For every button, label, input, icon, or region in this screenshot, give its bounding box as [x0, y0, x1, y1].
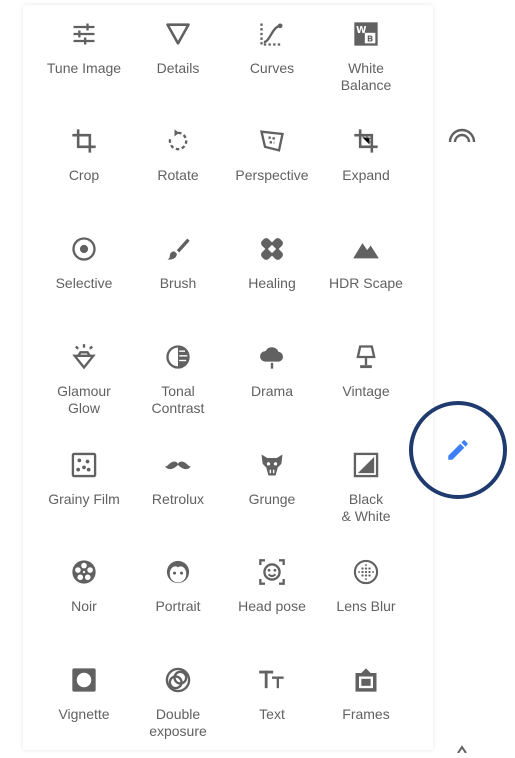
- brush-icon: [164, 235, 192, 263]
- tool-black-white[interactable]: Black & White: [319, 441, 413, 541]
- healing-bandage-icon: [258, 235, 286, 263]
- tool-label: Rotate: [157, 167, 199, 183]
- tool-text[interactable]: Text: [225, 656, 319, 756]
- film-reel-icon: [70, 558, 98, 586]
- tool-label: Portrait: [155, 598, 201, 614]
- edit-fab-highlight[interactable]: [409, 401, 507, 499]
- tool-label: Perspective: [235, 167, 309, 183]
- tool-label: Grunge: [248, 491, 296, 507]
- tools-panel: Tune Image Details Curves W B White Balanc…: [23, 5, 433, 750]
- selective-icon: [70, 235, 98, 263]
- tool-label: Tonal Contrast: [151, 383, 205, 416]
- arch-icon[interactable]: [447, 122, 477, 146]
- tool-vignette[interactable]: Vignette: [37, 656, 131, 756]
- tool-tonal-contrast[interactable]: Tonal Contrast: [131, 333, 225, 433]
- tool-label: Healing: [248, 275, 296, 291]
- tool-healing[interactable]: Healing: [225, 225, 319, 325]
- tool-label: Details: [156, 60, 200, 76]
- text-icon: [258, 666, 286, 694]
- tool-crop[interactable]: Crop: [37, 117, 131, 217]
- tonal-contrast-icon: [164, 343, 192, 371]
- tool-drama[interactable]: Drama: [225, 333, 319, 433]
- tool-label: Grainy Film: [48, 491, 120, 507]
- cloud-icon: [258, 343, 286, 371]
- crop-icon: [70, 127, 98, 155]
- tool-label: Expand: [342, 167, 390, 183]
- tool-label: Tune Image: [46, 60, 122, 76]
- tool-expand[interactable]: Expand: [319, 117, 413, 217]
- tool-label: Curves: [249, 60, 295, 76]
- lens-blur-icon: [352, 558, 380, 586]
- tool-label: Vignette: [58, 706, 110, 722]
- double-exposure-icon: [164, 666, 192, 694]
- partial-icon: [456, 740, 468, 754]
- pencil-icon: [445, 437, 471, 463]
- tool-noir[interactable]: Noir: [37, 548, 131, 648]
- grunge-icon: [258, 451, 286, 479]
- rotate-icon: [164, 127, 192, 155]
- curves-icon: [258, 20, 286, 48]
- tool-lens-blur[interactable]: Lens Blur: [319, 548, 413, 648]
- tool-label: Retrolux: [151, 491, 205, 507]
- grain-icon: [70, 451, 98, 479]
- tool-label: Black & White: [341, 491, 391, 524]
- perspective-icon: [258, 127, 286, 155]
- tool-label: Selective: [55, 275, 113, 291]
- tool-label: Double exposure: [149, 706, 207, 739]
- tool-label: White Balance: [340, 60, 392, 93]
- tool-label: Drama: [250, 383, 293, 399]
- tool-glamour-glow[interactable]: Glamour Glow: [37, 333, 131, 433]
- face-icon: [164, 558, 192, 586]
- expand-icon: [352, 127, 380, 155]
- details-triangle-icon: [164, 20, 192, 48]
- black-white-icon: [352, 451, 380, 479]
- tool-label: Text: [259, 706, 285, 722]
- head-pose-icon: [258, 558, 286, 586]
- mustache-icon: [164, 451, 192, 479]
- tool-white-balance[interactable]: W B White Balance: [319, 10, 413, 110]
- tool-curves[interactable]: Curves: [225, 10, 319, 110]
- tool-label: Lens Blur: [336, 598, 396, 614]
- tool-brush[interactable]: Brush: [131, 225, 225, 325]
- tool-label: HDR Scape: [329, 275, 403, 291]
- tool-grainy-film[interactable]: Grainy Film: [37, 441, 131, 541]
- lamp-icon: [352, 343, 380, 371]
- tool-tune-image[interactable]: Tune Image: [37, 10, 131, 110]
- tune-icon: [70, 20, 98, 48]
- svg-text:B: B: [367, 34, 373, 44]
- tool-double-exposure[interactable]: Double exposure: [131, 656, 225, 756]
- tool-hdr-scape[interactable]: HDR Scape: [319, 225, 413, 325]
- tool-rotate[interactable]: Rotate: [131, 117, 225, 217]
- tool-selective[interactable]: Selective: [37, 225, 131, 325]
- tool-label: Glamour Glow: [57, 383, 111, 416]
- vignette-icon: [70, 666, 98, 694]
- diamond-icon: [70, 343, 98, 371]
- tool-retrolux[interactable]: Retrolux: [131, 441, 225, 541]
- tool-label: Frames: [342, 706, 390, 722]
- tool-details[interactable]: Details: [131, 10, 225, 110]
- tool-portrait[interactable]: Portrait: [131, 548, 225, 648]
- tool-perspective[interactable]: Perspective: [225, 117, 319, 217]
- frames-icon: [352, 666, 380, 694]
- tool-grunge[interactable]: Grunge: [225, 441, 319, 541]
- mountains-icon: [352, 235, 380, 263]
- tool-label: Vintage: [342, 383, 390, 399]
- tool-vintage[interactable]: Vintage: [319, 333, 413, 433]
- tool-label: Head pose: [238, 598, 306, 614]
- tool-head-pose[interactable]: Head pose: [225, 548, 319, 648]
- tool-frames[interactable]: Frames: [319, 656, 413, 756]
- tool-label: Noir: [71, 598, 97, 614]
- tool-label: Crop: [68, 167, 100, 183]
- tool-label: Brush: [159, 275, 197, 291]
- white-balance-icon: W B: [352, 20, 380, 48]
